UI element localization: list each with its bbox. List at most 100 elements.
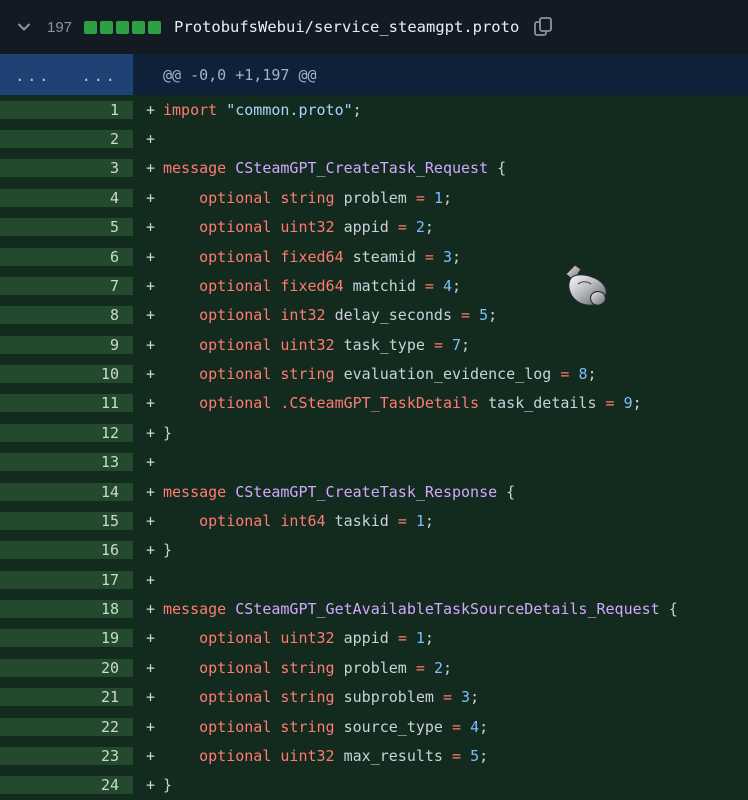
code-token: 3 bbox=[442, 247, 452, 266]
code-token: = bbox=[415, 658, 425, 677]
code-token: string bbox=[280, 188, 335, 207]
line-number[interactable]: 3 bbox=[0, 159, 133, 178]
line-number[interactable]: 21 bbox=[0, 688, 133, 707]
addition-sign: + bbox=[146, 511, 156, 530]
code-token: max_results bbox=[334, 746, 452, 765]
code-token: = bbox=[397, 511, 407, 530]
diff-lines: 1 + import "common.proto"; 2 + 3 + messa… bbox=[0, 95, 748, 800]
copy-icon[interactable] bbox=[532, 15, 554, 39]
code-token: int64 bbox=[280, 511, 326, 530]
code-token: 4 bbox=[470, 717, 480, 736]
code-text: optional uint32 appid = 2; bbox=[163, 218, 434, 236]
line-number[interactable]: 19 bbox=[0, 629, 133, 648]
addition-sign: + bbox=[146, 688, 156, 707]
hunk-gutter: ... ... bbox=[0, 54, 133, 95]
diff-line: 12 + } bbox=[0, 418, 748, 448]
line-number[interactable]: 11 bbox=[0, 394, 133, 413]
line-number[interactable]: 17 bbox=[0, 570, 133, 589]
code-token: = bbox=[397, 629, 407, 648]
addition-sign: + bbox=[146, 188, 156, 207]
line-number[interactable]: 14 bbox=[0, 482, 133, 501]
line-number[interactable]: 7 bbox=[0, 276, 133, 295]
line-number[interactable]: 4 bbox=[0, 188, 133, 207]
code-text: } bbox=[163, 776, 172, 794]
addition-sign: + bbox=[146, 335, 156, 354]
line-number[interactable]: 16 bbox=[0, 541, 133, 560]
code-token: = bbox=[433, 335, 443, 354]
code-token: ; bbox=[424, 629, 434, 648]
line-number[interactable]: 24 bbox=[0, 776, 133, 795]
addition-sign: + bbox=[146, 629, 156, 648]
line-number[interactable]: 1 bbox=[0, 100, 133, 119]
line-number[interactable]: 20 bbox=[0, 658, 133, 677]
code-token: = bbox=[442, 688, 452, 707]
line-number[interactable]: 8 bbox=[0, 306, 133, 325]
line-number[interactable]: 23 bbox=[0, 746, 133, 765]
chevron-down-icon[interactable] bbox=[16, 19, 32, 35]
code-token: message bbox=[163, 600, 227, 619]
code-token: string bbox=[280, 717, 335, 736]
expand-hunk-dots[interactable]: ... bbox=[0, 54, 67, 95]
diff-line: 23 + optional uint32 max_results = 5; bbox=[0, 741, 748, 771]
code-token: 1 bbox=[433, 188, 443, 207]
code-token: ; bbox=[461, 335, 471, 354]
diff-line: 14 + message CSteamGPT_CreateTask_Respon… bbox=[0, 476, 748, 507]
code-token: ; bbox=[479, 717, 489, 736]
diffstat-square bbox=[84, 20, 98, 34]
code-token: optional bbox=[199, 629, 272, 648]
code-token: { bbox=[497, 482, 516, 501]
line-number[interactable]: 12 bbox=[0, 423, 133, 442]
line-number[interactable]: 5 bbox=[0, 218, 133, 237]
code-token: "common.proto" bbox=[226, 100, 353, 119]
code-token: task_type bbox=[334, 335, 434, 354]
diff-line: 24 + } bbox=[0, 770, 748, 800]
diff-line: 6 + optional fixed64 steamid = 3; bbox=[0, 241, 748, 272]
code-text: message CSteamGPT_CreateTask_Response { bbox=[163, 483, 515, 501]
code-token: ; bbox=[632, 394, 642, 413]
code-token: optional bbox=[199, 688, 272, 707]
file-name[interactable]: ProtobufsWebui/service_steamgpt.proto bbox=[174, 18, 519, 36]
code-token: optional bbox=[199, 365, 272, 384]
code-token: ; bbox=[442, 658, 452, 677]
code-token: { bbox=[488, 159, 507, 178]
code-token: { bbox=[659, 600, 678, 619]
line-number[interactable]: 2 bbox=[0, 130, 133, 149]
code-text: } bbox=[163, 424, 172, 442]
code-token: optional bbox=[199, 218, 272, 237]
code-text: optional string problem = 2; bbox=[163, 659, 452, 677]
line-number[interactable]: 10 bbox=[0, 365, 133, 384]
code-token: optional bbox=[199, 511, 272, 530]
code-token: CSteamGPT_GetAvailableTaskSourceDetails_… bbox=[235, 600, 660, 619]
code-token: uint32 bbox=[280, 335, 335, 354]
line-number[interactable]: 15 bbox=[0, 511, 133, 530]
code-token: ; bbox=[424, 218, 434, 237]
line-number[interactable]: 22 bbox=[0, 717, 133, 736]
addition-sign: + bbox=[146, 541, 156, 560]
line-number[interactable]: 13 bbox=[0, 453, 133, 472]
expand-hunk-dots[interactable]: ... bbox=[67, 54, 134, 95]
code-token: string bbox=[280, 658, 335, 677]
diff-line: 21 + optional string subproblem = 3; bbox=[0, 682, 748, 712]
code-text: optional int64 taskid = 1; bbox=[163, 512, 434, 530]
code-token: ; bbox=[424, 511, 434, 530]
code-text: } bbox=[163, 541, 172, 559]
code-text: optional fixed64 matchid = 4; bbox=[163, 277, 461, 295]
code-token: 5 bbox=[470, 746, 480, 765]
code-token: 1 bbox=[415, 511, 425, 530]
line-number[interactable]: 9 bbox=[0, 335, 133, 354]
line-number[interactable]: 6 bbox=[0, 247, 133, 266]
line-number[interactable]: 18 bbox=[0, 600, 133, 619]
